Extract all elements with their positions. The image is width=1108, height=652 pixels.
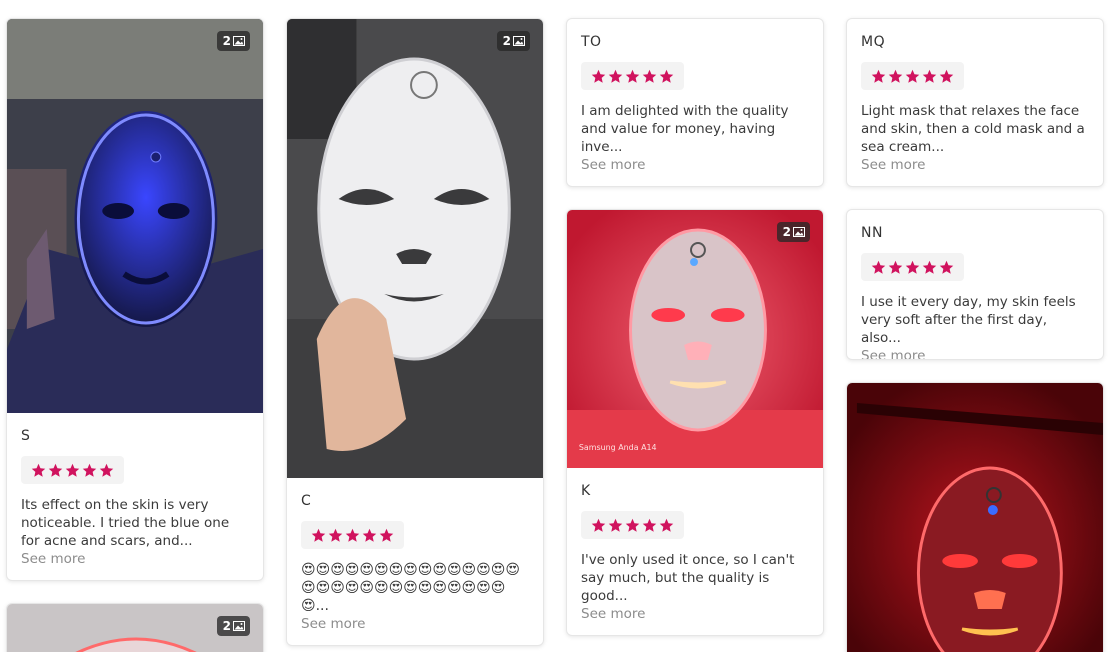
review-author: S xyxy=(21,428,31,444)
review-photo[interactable]: 2 xyxy=(7,604,263,652)
photo-count-badge: 2 xyxy=(216,31,250,51)
review-author: C xyxy=(301,493,312,509)
star-icon xyxy=(659,69,674,83)
see-more-link[interactable]: See more xyxy=(581,605,809,623)
review-card[interactable] xyxy=(846,382,1104,652)
image-gallery-icon xyxy=(233,36,245,46)
star-rating xyxy=(861,253,964,281)
star-icon xyxy=(99,463,114,477)
star-icon xyxy=(642,69,657,83)
photo-count-badge: 2 xyxy=(216,616,250,636)
review-card[interactable]: MQ Light mask that relaxes the face and … xyxy=(846,18,1104,187)
photo-count: 2 xyxy=(502,34,511,48)
star-icon xyxy=(311,528,326,542)
star-icon xyxy=(608,69,623,83)
review-photo[interactable]: Samsung Anda A14 2 xyxy=(567,210,823,468)
review-text: I've only used it once, so I can't say m… xyxy=(581,552,795,604)
photo-count-badge: 2 xyxy=(776,222,810,242)
star-icon xyxy=(379,528,394,542)
see-more-link[interactable]: See more xyxy=(21,550,249,568)
star-icon xyxy=(345,528,360,542)
review-card[interactable]: 2 S Its effect on the skin is very notic… xyxy=(6,18,264,581)
star-icon xyxy=(659,518,674,532)
photo-count: 2 xyxy=(222,619,231,633)
star-icon xyxy=(625,518,640,532)
star-icon xyxy=(871,260,886,274)
star-icon xyxy=(31,463,46,477)
star-icon xyxy=(922,69,937,83)
star-icon xyxy=(871,69,886,83)
star-icon xyxy=(82,463,97,477)
star-icon xyxy=(922,260,937,274)
photo-watermark: Samsung Anda A14 xyxy=(579,443,657,452)
review-card[interactable]: 2 xyxy=(6,603,264,652)
review-author: TO xyxy=(581,34,602,50)
review-text: Light mask that relaxes the face and ski… xyxy=(861,103,1085,155)
image-gallery-icon xyxy=(793,227,805,237)
star-icon xyxy=(905,69,920,83)
star-rating xyxy=(21,456,124,484)
review-photo[interactable]: 2 xyxy=(287,19,543,478)
star-icon xyxy=(65,463,80,477)
see-more-link[interactable]: See more xyxy=(861,156,1089,174)
star-icon xyxy=(939,69,954,83)
star-icon xyxy=(328,528,343,542)
star-icon xyxy=(939,260,954,274)
star-icon xyxy=(608,518,623,532)
photo-count: 2 xyxy=(782,225,791,239)
review-card[interactable]: TO I am delighted with the quality and v… xyxy=(566,18,824,187)
photo-count: 2 xyxy=(222,34,231,48)
star-rating xyxy=(581,62,684,90)
review-card[interactable]: NN I use it every day, my skin feels ver… xyxy=(846,209,1104,360)
see-more-link[interactable]: See more xyxy=(861,347,1089,359)
see-more-link[interactable]: See more xyxy=(581,156,809,174)
star-rating xyxy=(581,511,684,539)
review-card[interactable]: 2 C 😍😍😍😍😍😍😍😍😍😍😍😍😍😍😍😍😍😍😍😍😍😍😍😍😍😍😍😍😍😍... Se… xyxy=(286,18,544,646)
star-icon xyxy=(905,260,920,274)
review-photo[interactable]: 2 xyxy=(7,19,263,413)
star-rating xyxy=(301,521,404,549)
star-icon xyxy=(625,69,640,83)
review-author: NN xyxy=(861,225,883,241)
image-gallery-icon xyxy=(233,621,245,631)
review-author: K xyxy=(581,483,591,499)
review-author: MQ xyxy=(861,34,886,50)
review-text: 😍😍😍😍😍😍😍😍😍😍😍😍😍😍😍😍😍😍😍😍😍😍😍😍😍😍😍😍😍😍... xyxy=(301,562,520,614)
star-icon xyxy=(642,518,657,532)
review-photo[interactable] xyxy=(847,383,1103,652)
image-gallery-icon xyxy=(513,36,525,46)
star-rating xyxy=(861,62,964,90)
star-icon xyxy=(591,69,606,83)
review-text: I use it every day, my skin feels very s… xyxy=(861,294,1076,346)
photo-count-badge: 2 xyxy=(496,31,530,51)
review-card[interactable]: Samsung Anda A14 2 K I've only used it o… xyxy=(566,209,824,636)
star-icon xyxy=(888,260,903,274)
review-text: Its effect on the skin is very noticeabl… xyxy=(21,497,230,549)
see-more-link[interactable]: See more xyxy=(301,615,529,633)
star-icon xyxy=(888,69,903,83)
star-icon xyxy=(48,463,63,477)
star-icon xyxy=(591,518,606,532)
star-icon xyxy=(362,528,377,542)
review-text: I am delighted with the quality and valu… xyxy=(581,103,789,155)
